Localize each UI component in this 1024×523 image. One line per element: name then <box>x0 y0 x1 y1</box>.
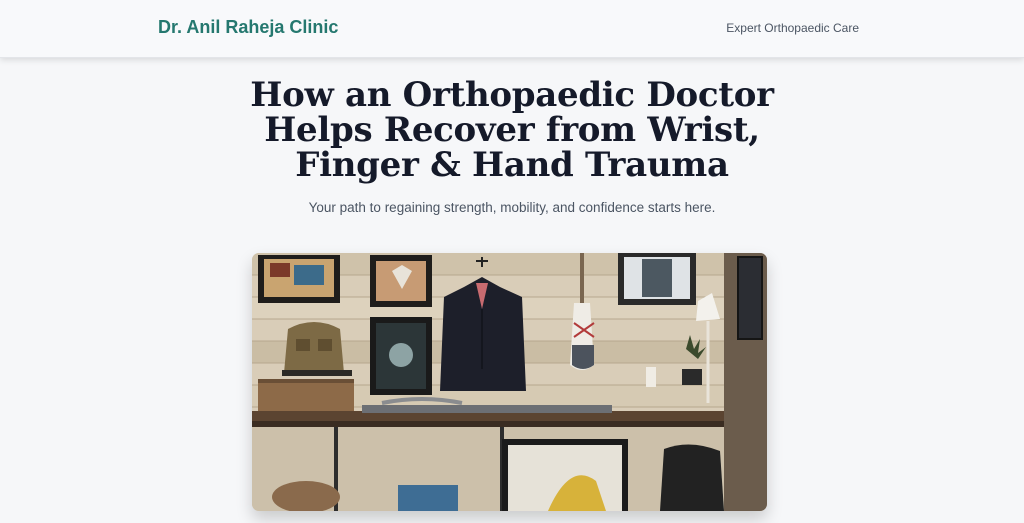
header-tagline: Expert Orthopaedic Care <box>726 21 859 35</box>
site-header: Dr. Anil Raheja Clinic Expert Orthopaedi… <box>0 0 1024 58</box>
wall-frame-2 <box>370 255 432 307</box>
wall-frame-1 <box>258 255 340 303</box>
clinic-logo-link[interactable]: Dr. Anil Raheja Clinic <box>158 17 338 38</box>
hero-image <box>252 253 767 511</box>
interior-wall-photo <box>252 253 767 511</box>
jacket <box>440 277 526 391</box>
page-subtitle: Your path to regaining strength, mobilit… <box>308 200 716 215</box>
wall-frame-4 <box>618 253 696 305</box>
wall-frame-3 <box>370 317 432 395</box>
page-title: How an Orthopaedic Doctor Helps Recover … <box>250 75 774 185</box>
